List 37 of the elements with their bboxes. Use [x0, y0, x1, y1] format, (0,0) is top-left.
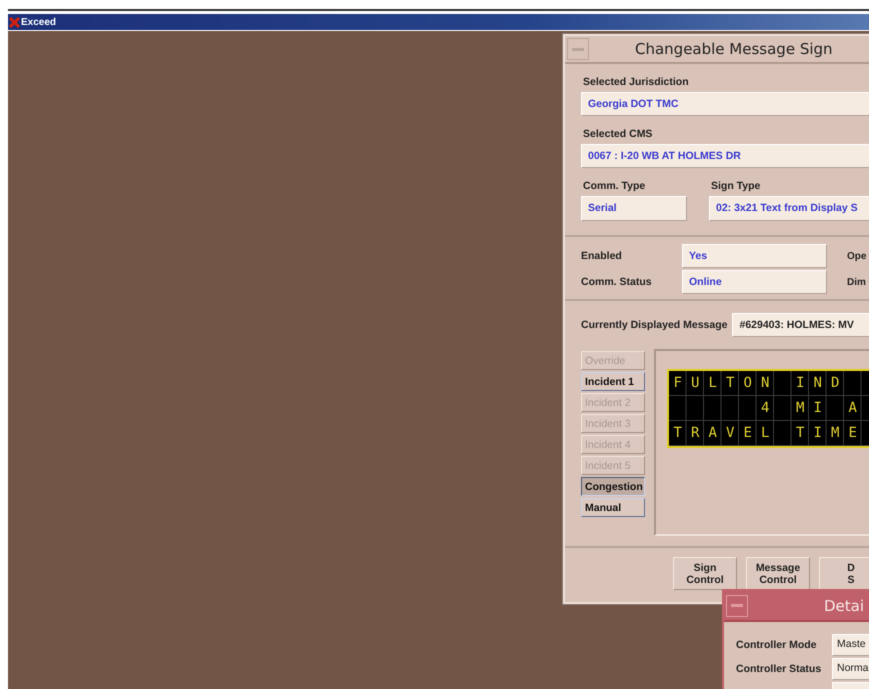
field-label: Enabled	[581, 250, 623, 262]
field-label: Currently Displayed Message	[581, 319, 728, 331]
minimize-icon	[731, 604, 743, 607]
comm-type-field: Serial	[581, 196, 687, 221]
sign-text-line: FULTON IND	[672, 374, 848, 392]
x-logo-icon	[9, 16, 20, 28]
message-field: #629403: HOLMES: MV	[732, 313, 869, 337]
field-label: Comm. Status	[581, 276, 653, 288]
window-title: Changeable Message Sign	[635, 40, 833, 58]
field-label: Controller Status	[736, 663, 822, 675]
detail-field: Maste	[832, 634, 869, 656]
control-button[interactable]: D S	[819, 557, 869, 590]
sign-text-line: 4 MI A	[760, 399, 866, 417]
field-label: Selected CMS	[583, 128, 654, 140]
window-title: Detai	[824, 596, 864, 614]
minimize-icon	[572, 48, 584, 50]
message-type-button[interactable]: Manual	[581, 498, 645, 517]
app-title: Exceed	[21, 16, 56, 28]
field-label: Dim	[847, 276, 866, 288]
status-field: Yes	[682, 244, 827, 268]
field-label: Comm. Type	[583, 180, 646, 192]
sign-type-field: 02: 3x21 Text from Display S	[709, 196, 869, 221]
field-label: Controller Mode	[736, 639, 818, 651]
field-label: Selected Jurisdiction	[583, 76, 690, 88]
cms-field[interactable]: 0067 : I-20 WB AT HOLMES DR	[581, 144, 869, 168]
jurisdiction-field[interactable]: Georgia DOT TMC	[581, 92, 869, 116]
detail-field: Norma	[832, 658, 869, 680]
field-label: Ope	[847, 250, 866, 262]
field-label: Sign Type	[711, 180, 762, 192]
message-type-button[interactable]: Congestion	[581, 477, 645, 496]
control-button[interactable]: Sign Control	[673, 557, 737, 590]
message-type-button[interactable]: Incident 1	[581, 372, 645, 391]
control-button[interactable]: Message Control	[746, 557, 810, 590]
window-menu-button[interactable]	[726, 594, 748, 616]
window-menu-button[interactable]	[567, 38, 589, 60]
status-field: Online	[682, 270, 827, 294]
sign-text-line: TRAVEL TIME	[672, 424, 866, 442]
